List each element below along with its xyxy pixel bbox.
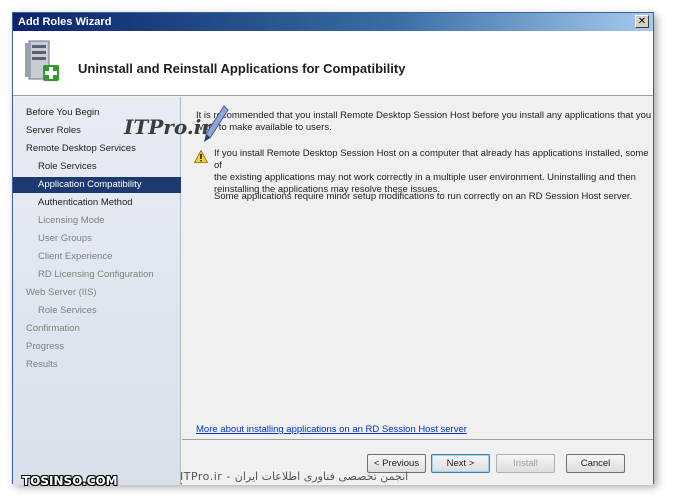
next-button[interactable]: Next > <box>431 454 490 473</box>
sidebar-item-application-compatibility[interactable]: Application Compatibility <box>13 177 181 193</box>
sidebar-item-role-services: Role Services <box>38 305 97 316</box>
install-button: Install <box>496 454 555 473</box>
server-add-icon <box>25 40 59 81</box>
sidebar-item-authentication-method[interactable]: Authentication Method <box>13 195 181 211</box>
sidebar-item-client-experience: Client Experience <box>38 251 113 262</box>
sidebar-item-user-groups: User Groups <box>38 233 92 244</box>
sidebar-item-progress: Progress <box>26 341 65 352</box>
cancel-button[interactable]: Cancel <box>566 454 625 473</box>
warning-line-1: If you install Remote Desktop Session Ho… <box>214 148 649 171</box>
wizard-steps-sidebar: Before You Begin Server Roles Remote Deskt… <box>13 97 181 485</box>
note-text: Some applications require minor setup mo… <box>214 191 633 202</box>
close-button[interactable]: ✕ <box>635 15 649 28</box>
sidebar-item-web-server-iis: Web Server (IIS) <box>26 287 97 298</box>
intro-text: It is recommended that you install Remot… <box>196 110 651 134</box>
pen-icon <box>204 105 229 142</box>
warning-line-2: the existing applications may not work c… <box>214 172 636 183</box>
itpro-watermark: ITPro.ir <box>124 115 212 139</box>
more-info-link[interactable]: More about installing applications on an… <box>196 424 467 435</box>
sidebar-item-results: Results <box>26 359 58 370</box>
bottom-watermark: ITPro.ir - انجمن تخصصی فناوری اطلاعات ای… <box>180 470 409 483</box>
wizard-content: It is recommended that you install Remot… <box>182 97 653 439</box>
tosinso-watermark: TOSINSO.COM <box>22 474 118 488</box>
sidebar-item-rd-licensing-configuration: RD Licensing Configuration <box>38 269 154 280</box>
intro-line-2: want to make available to users. <box>196 122 332 133</box>
wizard-header: Uninstall and Reinstall Applications for… <box>13 31 653 96</box>
sidebar-item-remote-desktop-services[interactable]: Remote Desktop Services <box>13 141 181 157</box>
wizard-window: Add Roles Wizard ✕ Uninstall and Reinsta… <box>12 12 654 485</box>
warning-icon <box>194 150 208 163</box>
window-title: Add Roles Wizard <box>18 16 112 28</box>
intro-line-1: It is recommended that you install Remot… <box>196 110 652 121</box>
page-title: Uninstall and Reinstall Applications for… <box>78 61 406 76</box>
sidebar-item-role-services[interactable]: Role Services <box>13 159 181 175</box>
sidebar-item-licensing-mode: Licensing Mode <box>38 215 105 226</box>
sidebar-item-confirmation: Confirmation <box>26 323 80 334</box>
warning-text: If you install Remote Desktop Session Ho… <box>214 148 653 196</box>
title-bar[interactable]: Add Roles Wizard ✕ <box>13 13 653 31</box>
